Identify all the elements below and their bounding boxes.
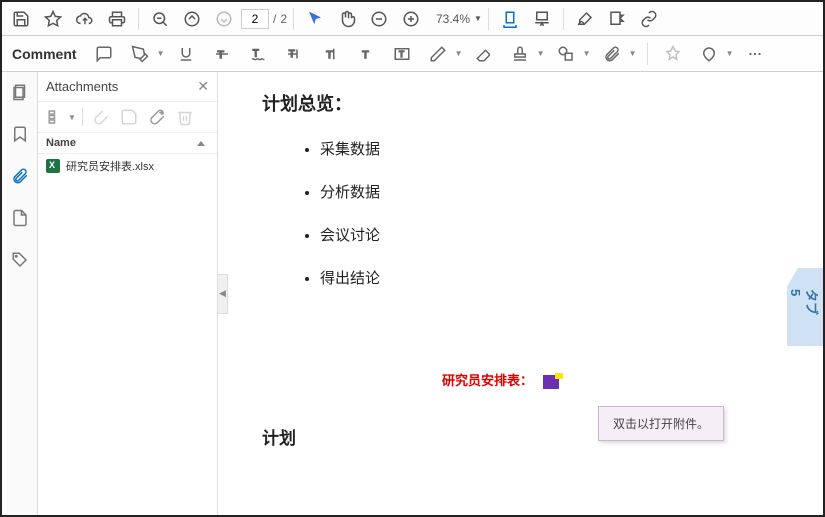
document-area: ◀ 计划总览： 采集数据 分析数据 会议讨论 得出结论 研究员安排表： 计划 タ…: [218, 72, 823, 515]
prev-page-icon[interactable]: [177, 5, 207, 33]
attachments-title: Attachments: [46, 79, 118, 94]
zoom-plus-icon[interactable]: [396, 5, 426, 33]
attach-icon[interactable]: [597, 40, 627, 68]
underline-icon[interactable]: [171, 40, 201, 68]
zoom-value: 73.4%: [428, 12, 470, 26]
attachment-row[interactable]: 研究员安排表.xlsx: [38, 154, 217, 178]
top-toolbar: / 2 73.4% ▼: [2, 2, 823, 36]
add-attach-icon[interactable]: [145, 106, 169, 128]
link-icon[interactable]: [634, 5, 664, 33]
shapes-icon[interactable]: [551, 40, 581, 68]
dd-icon[interactable]: ▼: [726, 49, 734, 58]
next-page-icon[interactable]: [209, 5, 239, 33]
svg-text:T: T: [252, 48, 258, 59]
side-tab-5[interactable]: タブ 5: [787, 268, 823, 346]
page-total: 2: [280, 12, 287, 26]
note-icon[interactable]: [89, 40, 119, 68]
fit-width-icon[interactable]: [495, 5, 525, 33]
doc-bullet: 会议讨论: [320, 224, 779, 245]
paint-icon[interactable]: [694, 40, 724, 68]
document-content: 计划总览： 采集数据 分析数据 会议讨论 得出结论 研究员安排表： 计划: [218, 72, 823, 467]
tooltip: 双击以打开附件。: [598, 406, 724, 441]
doc-bullet: 采集数据: [320, 138, 779, 159]
dd-icon[interactable]: ▼: [583, 49, 591, 58]
text-icon[interactable]: T: [351, 40, 381, 68]
more-icon[interactable]: [740, 40, 770, 68]
attachments-col-name[interactable]: Name: [38, 133, 217, 154]
page-input[interactable]: [241, 9, 269, 29]
svg-text:T: T: [362, 48, 369, 60]
cloud-up-icon[interactable]: [70, 5, 100, 33]
doc-bullet-list: 采集数据 分析数据 会议讨论 得出结论: [262, 138, 779, 288]
dd-icon[interactable]: ▼: [629, 49, 637, 58]
sign-icon[interactable]: [570, 5, 600, 33]
page-sep: /: [273, 12, 276, 26]
open-attach-icon[interactable]: [89, 106, 113, 128]
squiggle-icon[interactable]: T: [243, 40, 273, 68]
hand-icon[interactable]: [332, 5, 362, 33]
insert-text-icon[interactable]: T: [315, 40, 345, 68]
doc-heading1: 计划总览：: [262, 90, 779, 116]
attachments-tools: ▼: [38, 102, 217, 133]
xlsx-icon: [46, 159, 60, 173]
zoom-minus-icon[interactable]: [364, 5, 394, 33]
dd-icon[interactable]: ▼: [157, 49, 165, 58]
stamp-icon[interactable]: [505, 40, 535, 68]
list-view-icon[interactable]: [44, 106, 68, 128]
svg-text:T: T: [326, 48, 333, 60]
strike-icon[interactable]: T: [207, 40, 237, 68]
rail-attachments-icon[interactable]: [8, 164, 32, 188]
svg-text:T: T: [399, 50, 404, 59]
collapse-handle[interactable]: ◀: [218, 274, 228, 314]
rail-pages-icon[interactable]: [8, 80, 32, 104]
close-icon[interactable]: ✕: [197, 78, 209, 95]
pointer-icon[interactable]: [300, 5, 330, 33]
redact-icon[interactable]: [602, 5, 632, 33]
tooltip-text: 双击以打开附件。: [613, 417, 709, 431]
chevron-down-icon: ▼: [474, 14, 482, 23]
side-rail: [2, 72, 38, 515]
highlight-icon[interactable]: [125, 40, 155, 68]
doc-bullet: 分析数据: [320, 181, 779, 202]
attachment-annotation-icon[interactable]: [543, 375, 559, 389]
main-area: Attachments ✕ ▼ Name 研究员安排表.xlsx ◀ 计划总览：…: [2, 72, 823, 515]
dd-icon[interactable]: ▼: [68, 113, 76, 122]
attachments-panel: Attachments ✕ ▼ Name 研究员安排表.xlsx: [38, 72, 218, 515]
star-icon[interactable]: [38, 5, 68, 33]
replace-text-icon[interactable]: T: [279, 40, 309, 68]
dd-icon[interactable]: ▼: [455, 49, 463, 58]
rail-file-icon[interactable]: [8, 206, 32, 230]
textbox-icon[interactable]: T: [387, 40, 417, 68]
page-indicator: / 2: [241, 9, 287, 29]
rail-bookmark-icon[interactable]: [8, 122, 32, 146]
comment-label: Comment: [12, 46, 77, 62]
zoom-out-page-icon[interactable]: [145, 5, 175, 33]
attachment-filename: 研究员安排表.xlsx: [66, 158, 154, 174]
rail-tags-icon[interactable]: [8, 248, 32, 272]
dd-icon[interactable]: ▼: [537, 49, 545, 58]
doc-bullet: 得出结论: [320, 267, 779, 288]
pencil-icon[interactable]: [423, 40, 453, 68]
comment-toolbar: Comment ▼ T T T T T T ▼ ▼ ▼ ▼ ▼: [2, 36, 823, 72]
doc-red-label: 研究员安排表：: [442, 370, 533, 389]
delete-attach-icon[interactable]: [173, 106, 197, 128]
zoom-select[interactable]: 73.4% ▼: [428, 12, 482, 26]
print-icon[interactable]: [102, 5, 132, 33]
eraser-icon[interactable]: [469, 40, 499, 68]
reflow-icon[interactable]: [527, 5, 557, 33]
pin-icon[interactable]: [658, 40, 688, 68]
save-attach-icon[interactable]: [117, 106, 141, 128]
save-icon[interactable]: [6, 5, 36, 33]
